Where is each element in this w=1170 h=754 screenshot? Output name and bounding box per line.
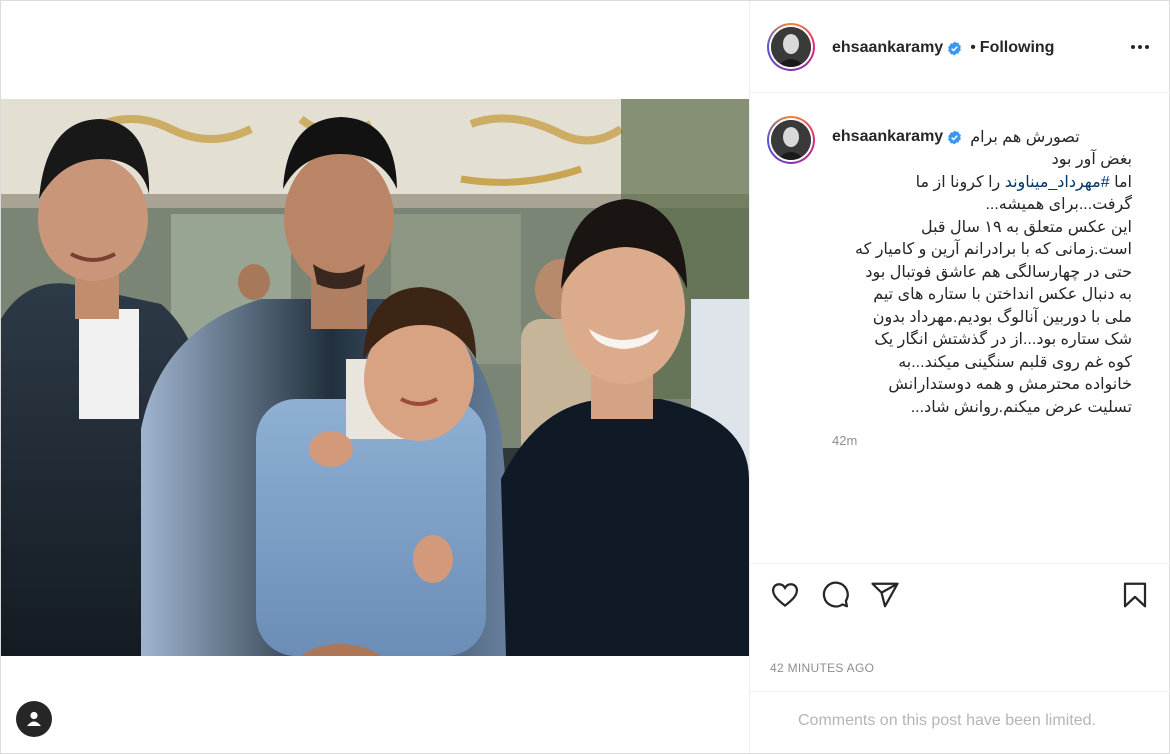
user-icon	[27, 711, 41, 726]
caption-line: گرفت...برای همیشه...	[985, 196, 1132, 213]
caption-line: خانواده محترمش و همه دوستدارانش	[888, 376, 1132, 393]
heart-icon[interactable]	[770, 580, 800, 610]
author-username[interactable]: ehsaankaramy	[832, 39, 943, 57]
comments-limited-notice: Comments on this post have been limited.	[798, 712, 1096, 729]
caption-user-row: ehsaankaramy تصورش هم برام	[832, 127, 1080, 147]
caption-line: به دنبال عکس انداختن با ستاره های تیم	[873, 286, 1132, 303]
caption-relative-time[interactable]: 42m	[832, 433, 857, 448]
caption-line-suffix: را کرونا از ما	[915, 173, 1005, 191]
caption-line-prefix: اما	[1109, 173, 1132, 191]
caption-text: بغض آور بود اما #مهرداد_میناوند را کرونا…	[832, 149, 1132, 419]
separator-dot: •	[970, 39, 976, 56]
caption-line: تسلیت عرض میکنم.روانش شاد...	[910, 398, 1132, 416]
action-bar	[750, 563, 1170, 623]
author-photo-icon	[771, 120, 811, 160]
paper-plane-icon[interactable]	[870, 580, 900, 610]
author-photo-icon	[771, 27, 811, 67]
post-timestamp[interactable]: 42 MINUTES AGO	[770, 661, 874, 675]
caption-line: کوه غم روی قلبم سنگینی میکند...به	[898, 353, 1132, 371]
caption-line: شک ستاره بود...از در گذشتش انگار یک	[874, 331, 1132, 348]
author-avatar[interactable]	[767, 23, 815, 71]
viewer-avatar[interactable]	[16, 701, 52, 737]
caption-first-line: تصورش هم برام	[970, 129, 1080, 146]
caption-line: حتی در چهارسالگی هم عاشق فوتبال بود	[865, 263, 1132, 281]
verified-badge-icon	[948, 41, 962, 55]
caption-line: بغض آور بود	[1051, 151, 1132, 168]
caption-line-hashtag: اما #مهرداد_میناوند را کرونا از ما	[832, 172, 1132, 195]
comment-icon[interactable]	[820, 580, 850, 610]
caption-line: این عکس متعلق به ۱۹ سال قبل	[920, 218, 1132, 236]
comments-box: Comments on this post have been limited.	[750, 691, 1170, 753]
header-user-row: ehsaankaramy • Following	[832, 39, 1054, 57]
photo-column	[1, 1, 749, 753]
post-side-panel: ehsaankaramy • Following ehsaankaramy تص…	[749, 1, 1170, 753]
post-header: ehsaankaramy • Following	[750, 1, 1170, 93]
caption-line: است.زمانی که با برادرانم آرین و کامیار ک…	[855, 241, 1132, 258]
caption-author-avatar[interactable]	[767, 116, 815, 164]
more-options-icon[interactable]	[1128, 37, 1152, 57]
caption-area: ehsaankaramy تصورش هم برام بغض آور بود ا…	[750, 93, 1170, 563]
verified-badge-icon	[948, 130, 962, 144]
caption-username[interactable]: ehsaankaramy	[832, 128, 943, 146]
following-button[interactable]: Following	[980, 39, 1055, 57]
hashtag-link[interactable]: #مهرداد_میناوند	[1005, 174, 1110, 191]
post-photo-illustration	[1, 99, 749, 656]
post-photo[interactable]	[1, 99, 749, 656]
caption-line: ملی با دوربین آنالوگ بودیم.مهرداد بدون	[872, 308, 1132, 326]
bookmark-icon[interactable]	[1120, 580, 1150, 610]
